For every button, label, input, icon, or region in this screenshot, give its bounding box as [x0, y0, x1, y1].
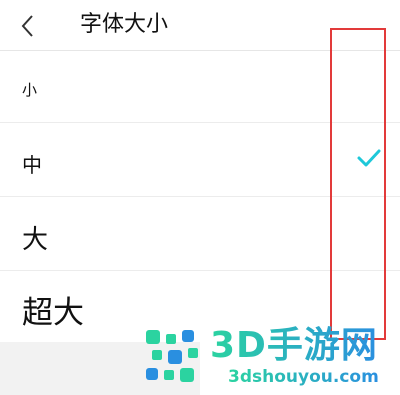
chevron-left-icon: [21, 15, 33, 37]
watermark-url: 3dshouyou.com: [228, 367, 379, 387]
option-medium[interactable]: 中: [0, 123, 400, 197]
watermark-title: 3D手游网: [210, 325, 378, 366]
option-extra-large-label: 超大: [22, 295, 84, 331]
option-large-label: 大: [22, 225, 49, 255]
back-button[interactable]: [10, 8, 46, 44]
page-title: 字体大小: [80, 12, 169, 37]
watermark-logo-icon: [146, 330, 198, 382]
option-medium-label: 中: [22, 153, 42, 177]
checkmark-icon: [357, 149, 381, 167]
option-large[interactable]: 大: [0, 197, 400, 271]
option-small-label: 小: [22, 81, 38, 99]
option-small[interactable]: 小: [0, 51, 400, 123]
watermark: 3D手游网 3dshouyou.com: [140, 322, 400, 395]
top-bar: 字体大小: [0, 0, 400, 51]
